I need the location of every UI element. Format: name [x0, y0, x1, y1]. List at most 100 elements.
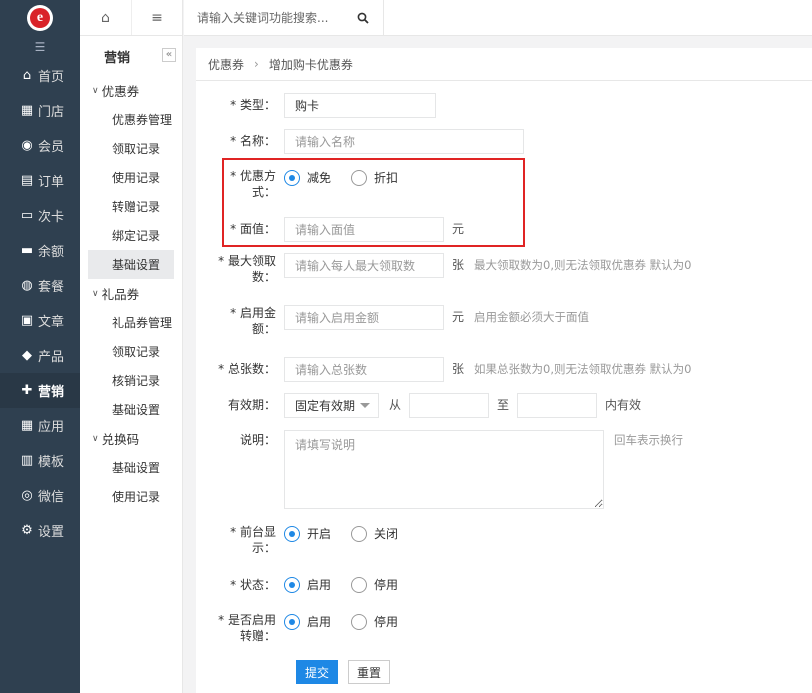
status-radio-disable[interactable]: 停用 [351, 575, 398, 595]
face-value-input[interactable] [284, 217, 444, 242]
row-transfer: * 是否启用 转赠： 启用 停用 [196, 612, 418, 644]
submenu-group-2[interactable]: ∨ 礼品券 [80, 279, 182, 308]
sidebar-item-4[interactable]: ▤ 订单 [0, 163, 80, 198]
row-face-value: * 面值： 元 [196, 217, 464, 242]
sidebar-item-1[interactable]: ⌂ 首页 [0, 58, 80, 93]
validity-end-input[interactable] [517, 393, 598, 418]
submenu-item[interactable]: 使用记录 [88, 482, 174, 511]
sidebar-item-label: 模板 [38, 455, 65, 470]
method-label-line2: 式： [251, 185, 276, 199]
sidebar-item-8[interactable]: ▣ 文章 [0, 303, 80, 338]
sidebar-item-11[interactable]: ▦ 应用 [0, 408, 80, 443]
total-input[interactable] [284, 357, 444, 382]
submenu-item[interactable]: 优惠券管理 [88, 105, 174, 134]
face-value-unit: 元 [452, 222, 465, 236]
max-claim-input[interactable] [284, 253, 444, 278]
sidebar-item-5[interactable]: ▭ 次卡 [0, 198, 80, 233]
method-label-line1: * 优惠方 [230, 169, 276, 183]
method-radio-discount[interactable]: 折扣 [351, 168, 398, 188]
submenu-group-1[interactable]: ∨ 优惠券 [80, 76, 182, 105]
submenu-group-3[interactable]: ∨ 兑换码 [80, 424, 182, 453]
form-actions: 提交 重置 [296, 660, 391, 684]
submit-button[interactable]: 提交 [296, 660, 339, 684]
radio-checked-icon [284, 577, 300, 593]
submenu-item[interactable]: 转赠记录 [88, 192, 174, 221]
submenu-item[interactable]: 礼品券管理 [88, 308, 174, 337]
sidebar-item-label: 订单 [38, 175, 65, 190]
radio-unchecked-icon [351, 170, 368, 186]
sidebar-item-6[interactable]: ▬ 余额 [0, 233, 80, 268]
min-amount-input[interactable] [284, 305, 444, 330]
store-icon: ▦ [20, 103, 34, 118]
caret-down-icon [360, 403, 370, 408]
sidebar-item-13[interactable]: ◎ 微信 [0, 478, 80, 513]
sidebar-item-2[interactable]: ▦ 门店 [0, 93, 80, 128]
home-icon[interactable]: ⌂ [80, 0, 131, 35]
radio-checked-icon [284, 526, 300, 542]
desc-hint: 回车表示换行 [614, 433, 683, 447]
sidebar-item-7[interactable]: ◍ 套餐 [0, 268, 80, 303]
transfer-radio-enable[interactable]: 启用 [284, 612, 331, 632]
sidebar-item-12[interactable]: ▥ 模板 [0, 443, 80, 478]
method-radio-reduce[interactable]: 减免 [284, 168, 331, 188]
submenu-item[interactable]: 使用记录 [88, 163, 174, 192]
radio-checked-icon [284, 170, 300, 186]
min-amount-label-line1: * 启用金 [230, 306, 276, 320]
sidebar-item-3[interactable]: ◉ 会员 [0, 128, 80, 163]
reset-button[interactable]: 重置 [348, 660, 391, 684]
main-sidebar: e ☰ ⌂ 首页 ▦ 门店 ◉ 会员 ▤ 订单 ▭ 次卡 ▬ 余额 ◍ 套餐 ▣ 文章 ◆ 产品 ✚ 营销 ▦ 应用 ▥ 模板… [0, 0, 80, 693]
submenu-groups: ∨ 优惠券 优惠券管理 领取记录 使用记录 转赠记录 绑定记录 基础设置 ∨ 礼品券 礼品券管理 领取… [80, 76, 182, 511]
sidebar-item-label: 微信 [38, 490, 65, 505]
sidebar-item-label: 设置 [38, 525, 65, 540]
search-icon[interactable] [352, 7, 374, 29]
desc-textarea[interactable] [284, 430, 604, 509]
submenu-group-label: 优惠券 [101, 84, 140, 99]
chevron-down-icon: ∨ [92, 85, 99, 96]
wechat-icon: ◎ [21, 488, 33, 503]
transfer-label-line1: * 是否启用 [218, 613, 276, 627]
main-panel: 优惠券 › 增加购卡优惠券 * 类型： * 名称： * 优惠方 式： 减免 折扣… [196, 48, 812, 693]
front-display-label-line1: * 前台显 [230, 525, 276, 539]
balance-icon: ▬ [20, 243, 34, 258]
sidebar-item-label: 套餐 [38, 280, 65, 295]
chevron-down-icon: ∨ [92, 433, 99, 444]
member-icon: ◉ [21, 138, 33, 153]
status-radio-enable[interactable]: 启用 [284, 575, 331, 595]
name-label: * 名称： [230, 134, 276, 148]
row-method: * 优惠方 式： 减免 折扣 [196, 168, 418, 200]
sidebar-item-9[interactable]: ◆ 产品 [0, 338, 80, 373]
submenu-item[interactable]: 领取记录 [88, 134, 174, 163]
type-label: * 类型： [230, 98, 276, 112]
submenu-item[interactable]: 领取记录 [88, 337, 174, 366]
search-box [184, 0, 384, 36]
breadcrumb-parent[interactable]: 优惠券 [208, 56, 244, 73]
submenu-item[interactable]: 基础设置 [88, 250, 174, 279]
article-icon: ▣ [20, 313, 34, 328]
menu-toggle-icon[interactable]: ☰ [0, 36, 80, 58]
name-input[interactable] [284, 129, 524, 154]
validity-start-input[interactable] [409, 393, 490, 418]
logo[interactable]: e [0, 0, 80, 36]
collapse-submenu-icon[interactable]: « [162, 48, 176, 62]
submenu-item[interactable]: 核销记录 [88, 366, 174, 395]
submenu-item[interactable]: 绑定记录 [88, 221, 174, 250]
max-claim-unit: 张 [452, 258, 465, 272]
sidebar-item-label: 次卡 [38, 210, 65, 225]
search-input[interactable] [184, 3, 352, 33]
validity-suffix: 内有效 [605, 398, 642, 412]
min-amount-unit: 元 [452, 310, 465, 324]
sidebar-item-14[interactable]: ⚙ 设置 [0, 513, 80, 548]
hamburger-icon[interactable]: ≡ [131, 0, 182, 35]
sidebar-item-10[interactable]: ✚ 营销 [0, 373, 80, 408]
front-display-radio-off[interactable]: 关闭 [351, 524, 398, 544]
front-display-radio-on[interactable]: 开启 [284, 524, 331, 544]
apps-icon: ▦ [20, 418, 34, 433]
submenu-item[interactable]: 基础设置 [88, 395, 174, 424]
radio-unchecked-icon [351, 614, 368, 630]
transfer-radio-disable[interactable]: 停用 [351, 612, 398, 632]
type-field[interactable] [284, 93, 436, 118]
home-icon: ⌂ [22, 68, 32, 83]
validity-select[interactable]: 固定有效期 [284, 393, 379, 418]
submenu-item[interactable]: 基础设置 [88, 453, 174, 482]
sidebar-item-label: 首页 [38, 70, 65, 85]
